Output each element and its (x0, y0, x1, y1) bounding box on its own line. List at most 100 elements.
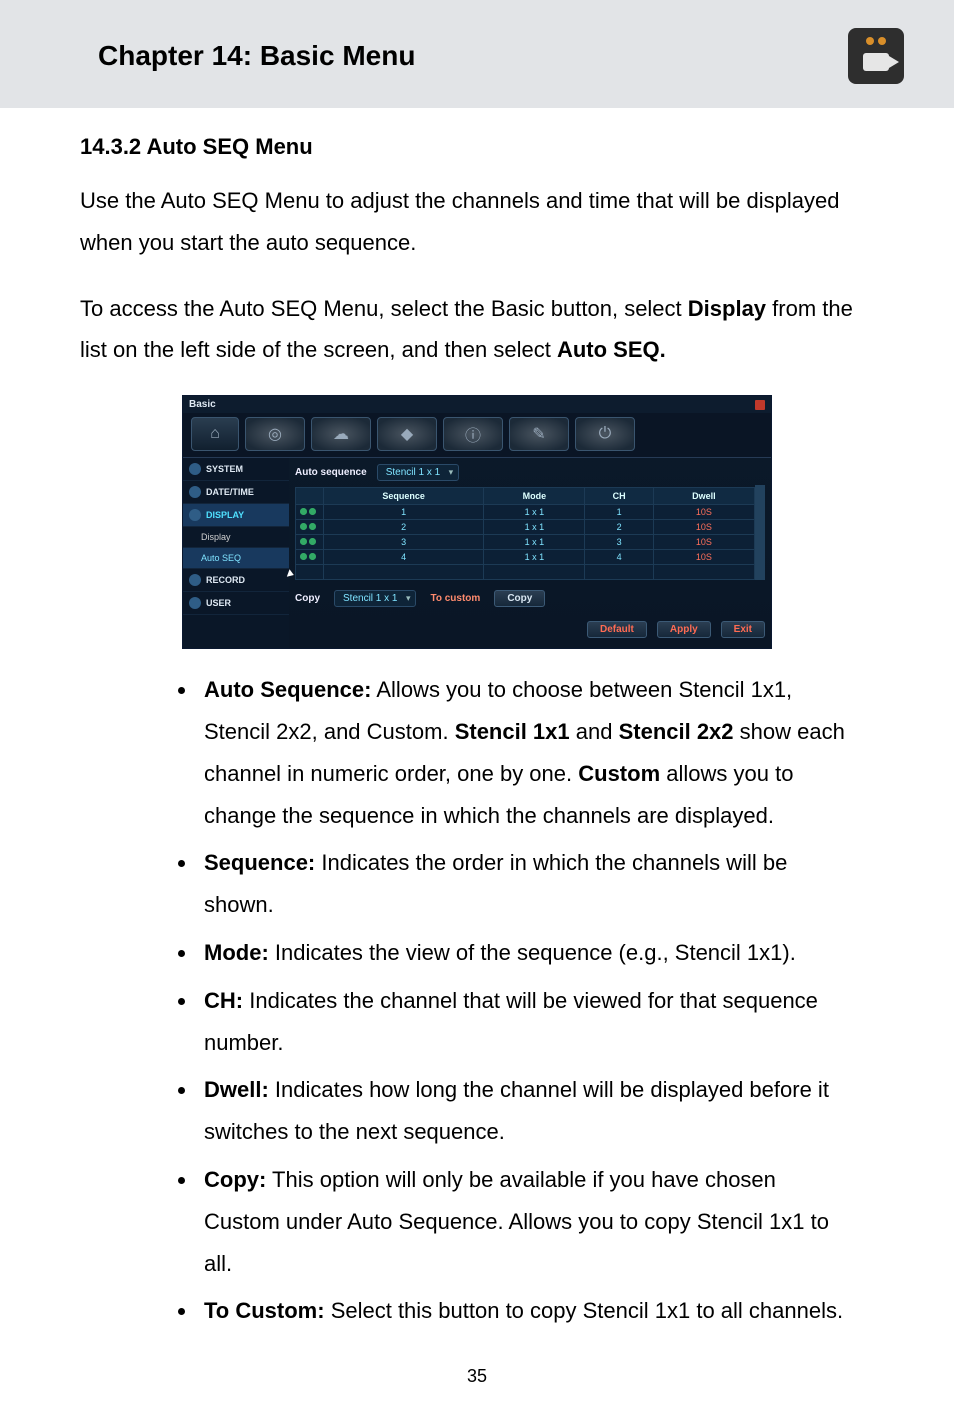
copy-row: Copy Stencil 1 x 1 To custom Copy (295, 590, 765, 607)
access-text-pre: To access the Auto SEQ Menu, select the … (80, 296, 688, 321)
bullet-list: Auto Sequence: Allows you to choose betw… (80, 669, 874, 1332)
sidebar-item-system[interactable]: SYSTEM (183, 458, 289, 481)
bullet-text: Indicates how long the channel will be d… (204, 1077, 829, 1144)
home-icon[interactable]: ⌂ (191, 417, 239, 451)
info-icon[interactable]: ⓘ (443, 417, 503, 451)
list-item: CH: Indicates the channel that will be v… (198, 980, 854, 1064)
bullet-text: Indicates the channel that will be viewe… (204, 988, 818, 1055)
sequence-table: Sequence Mode CH Dwell 1 (295, 487, 755, 580)
table-row[interactable]: 2 1 x 1 2 10S (296, 520, 755, 535)
cell-ch: 3 (585, 535, 653, 550)
bullet-bold: Stencil 2x2 (619, 719, 734, 744)
dvr-titlebar: Basic (183, 396, 771, 413)
cell-mode: 1 x 1 (484, 550, 585, 565)
bullet-bold: Stencil 1x1 (455, 719, 570, 744)
row-reorder-icon[interactable] (296, 520, 324, 535)
table-row[interactable]: 1 1 x 1 1 10S (296, 505, 755, 520)
scrollbar[interactable] (755, 485, 765, 580)
bullet-title: CH: (204, 988, 243, 1013)
exit-button[interactable]: Exit (721, 621, 765, 638)
page: Chapter 14: Basic Menu 14.3.2 Auto SEQ M… (0, 0, 954, 1427)
cell-mode: 1 x 1 (484, 505, 585, 520)
power-icon[interactable]: ⏻ (575, 417, 635, 451)
sidebar-item-display[interactable]: DISPLAY (183, 504, 289, 527)
close-icon[interactable] (755, 400, 765, 410)
row-reorder-icon[interactable] (296, 535, 324, 550)
row-reorder-icon[interactable] (296, 505, 324, 520)
table-row[interactable]: 4 1 x 1 4 10S (296, 550, 755, 565)
col-header-mode: Mode (484, 488, 585, 505)
list-item: Copy: This option will only be available… (198, 1159, 854, 1284)
col-header-arrows (296, 488, 324, 505)
content: 14.3.2 Auto SEQ Menu Use the Auto SEQ Me… (0, 134, 954, 1387)
col-header-dwell: Dwell (653, 488, 754, 505)
cursor-icon (287, 569, 295, 579)
gear-icon (189, 463, 201, 475)
copy-label: Copy (295, 593, 320, 604)
sidebar-subitem-display[interactable]: Display (183, 527, 289, 548)
sidebar-item-label: DISPLAY (206, 510, 244, 520)
intro-paragraph: Use the Auto SEQ Menu to adjust the chan… (80, 180, 874, 264)
section-title: 14.3.2 Auto SEQ Menu (80, 134, 874, 160)
sidebar-item-user[interactable]: USER (183, 592, 289, 615)
col-header-sequence: Sequence (324, 488, 484, 505)
cell-dwell[interactable]: 10S (653, 535, 754, 550)
sidebar-item-datetime[interactable]: DATE/TIME (183, 481, 289, 504)
dvr-toolbar: ⌂ ◎ ☁ ◆ ⓘ ✎ ⏻ (183, 413, 771, 458)
auto-sequence-row: Auto sequence Stencil 1 x 1 (295, 464, 765, 481)
row-reorder-icon[interactable] (296, 550, 324, 565)
cloud-icon[interactable]: ☁ (311, 417, 371, 451)
dvr-sidebar: SYSTEM DATE/TIME DISPLAY Display Auto SE… (183, 458, 289, 648)
record-icon (189, 574, 201, 586)
dvr-body: SYSTEM DATE/TIME DISPLAY Display Auto SE… (183, 458, 771, 648)
cell-ch: 4 (585, 550, 653, 565)
dvr-main: Auto sequence Stencil 1 x 1 Sequence Mod… (289, 458, 771, 648)
auto-sequence-label: Auto sequence (295, 467, 367, 478)
target-icon[interactable]: ◎ (245, 417, 305, 451)
list-item: Mode: Indicates the view of the sequence… (198, 932, 854, 974)
clock-icon (189, 486, 201, 498)
cell-ch: 2 (585, 520, 653, 535)
bullet-text: and (570, 719, 619, 744)
bottom-buttons: Default Apply Exit (295, 621, 765, 638)
dvr-window: Basic ⌂ ◎ ☁ ◆ ⓘ ✎ ⏻ SYSTEM DATE/TIME (182, 395, 772, 649)
copy-dropdown[interactable]: Stencil 1 x 1 (334, 590, 416, 607)
sidebar-item-label: Auto SEQ (201, 553, 241, 563)
screenshot-wrap: Basic ⌂ ◎ ☁ ◆ ⓘ ✎ ⏻ SYSTEM DATE/TIME (80, 395, 874, 649)
default-button[interactable]: Default (587, 621, 647, 638)
wedge-icon[interactable]: ◆ (377, 417, 437, 451)
user-icon (189, 597, 201, 609)
sequence-table-wrap: Sequence Mode CH Dwell 1 (295, 485, 765, 580)
access-bold-autoseq: Auto SEQ. (557, 337, 666, 362)
apply-button[interactable]: Apply (657, 621, 711, 638)
sidebar-subitem-autoseq[interactable]: Auto SEQ (183, 548, 289, 569)
cell-dwell[interactable]: 10S (653, 505, 754, 520)
cell-sequence: 3 (324, 535, 484, 550)
cell-dwell[interactable]: 10S (653, 520, 754, 535)
bullet-text: Select this button to copy Stencil 1x1 t… (325, 1298, 844, 1323)
list-item: To Custom: Select this button to copy St… (198, 1290, 854, 1332)
bullet-text: Indicates the view of the sequence (e.g.… (269, 940, 796, 965)
brush-icon[interactable]: ✎ (509, 417, 569, 451)
page-number: 35 (80, 1366, 874, 1387)
sidebar-item-label: SYSTEM (206, 464, 243, 474)
table-row[interactable]: 3 1 x 1 3 10S (296, 535, 755, 550)
list-item: Sequence: Indicates the order in which t… (198, 842, 854, 926)
cell-dwell[interactable]: 10S (653, 550, 754, 565)
dvr-window-title: Basic (189, 399, 216, 410)
sidebar-item-label: DATE/TIME (206, 487, 254, 497)
bullet-title: Sequence: (204, 850, 315, 875)
bullet-title: Mode: (204, 940, 269, 965)
copy-button[interactable]: Copy (494, 590, 545, 607)
table-row-empty (296, 565, 755, 580)
cell-sequence: 1 (324, 505, 484, 520)
bullet-text: This option will only be available if yo… (204, 1167, 829, 1276)
camera-icon (848, 28, 904, 84)
chapter-title: Chapter 14: Basic Menu (98, 40, 415, 72)
cell-mode: 1 x 1 (484, 520, 585, 535)
to-custom-label: To custom (430, 593, 480, 604)
cell-sequence: 2 (324, 520, 484, 535)
auto-sequence-dropdown[interactable]: Stencil 1 x 1 (377, 464, 459, 481)
bullet-title: Dwell: (204, 1077, 269, 1102)
sidebar-item-record[interactable]: RECORD (183, 569, 289, 592)
